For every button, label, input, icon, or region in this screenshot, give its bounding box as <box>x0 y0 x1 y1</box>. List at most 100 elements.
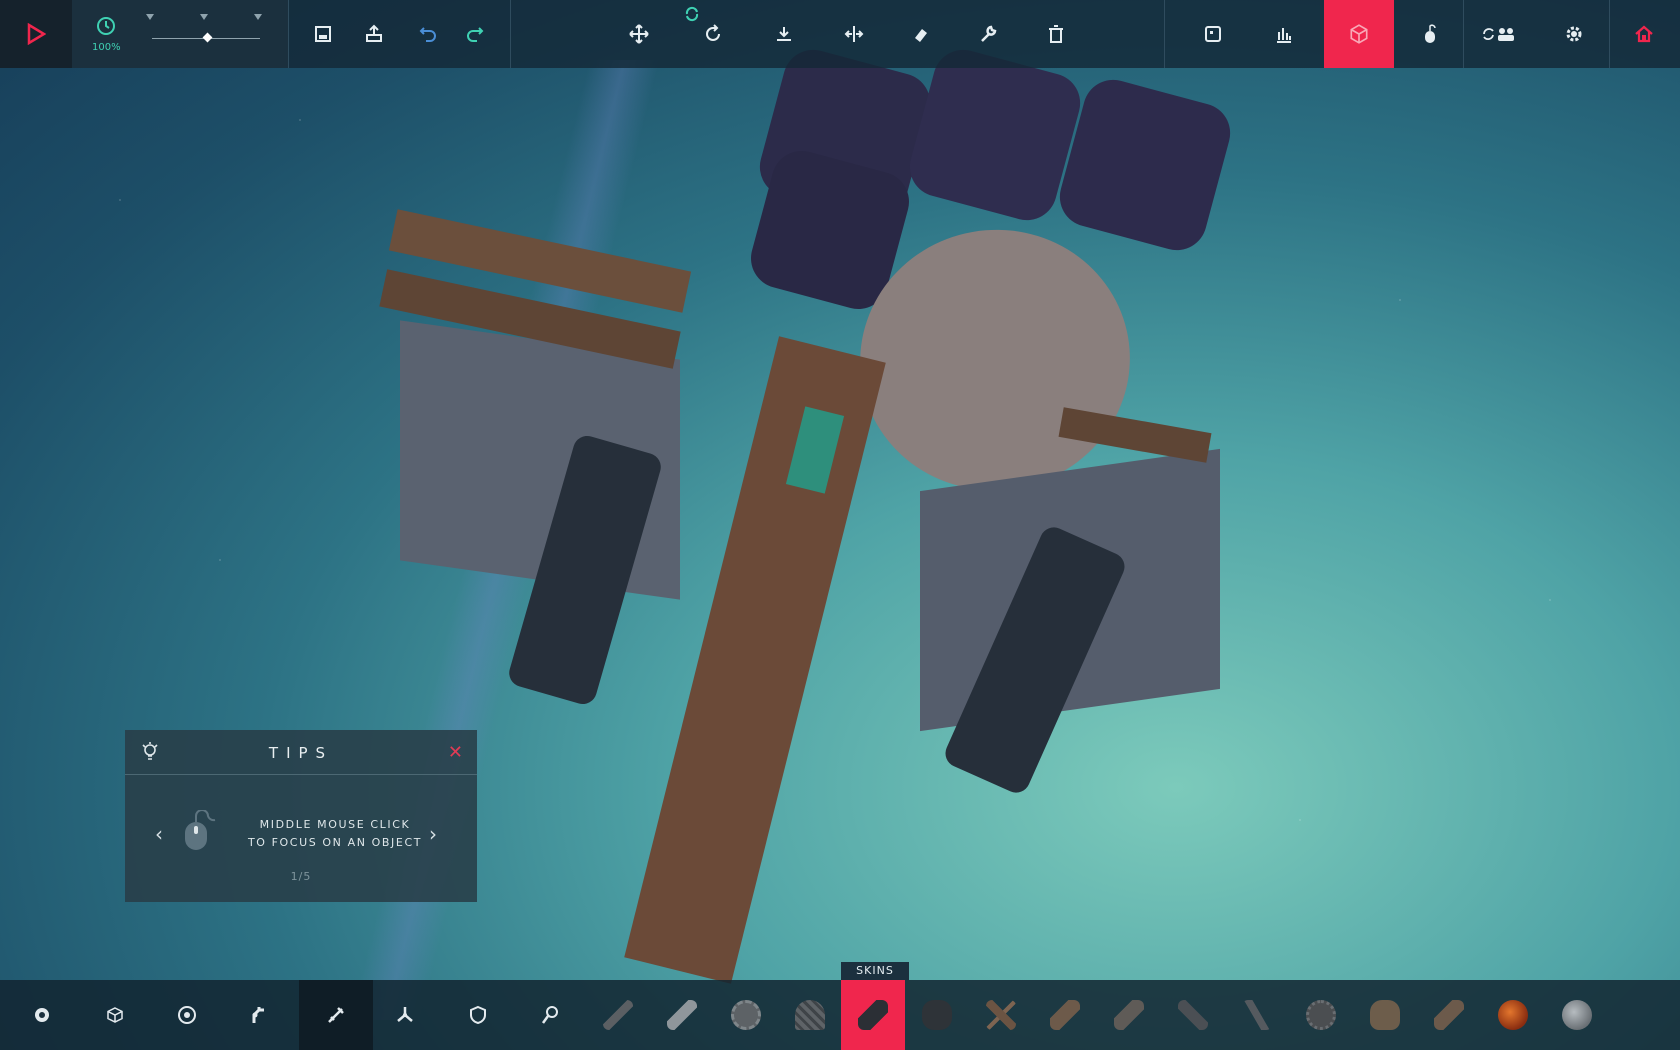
category-weapons[interactable] <box>299 980 373 1050</box>
armour-icon <box>470 1005 486 1025</box>
tips-prev-button[interactable]: ‹ <box>155 822 163 846</box>
grenade-block-icon <box>1370 1000 1400 1030</box>
divider <box>1609 0 1610 68</box>
block-flamethrower[interactable] <box>1033 980 1097 1050</box>
undo-icon <box>419 27 436 42</box>
wrench-icon <box>981 25 997 42</box>
wrench-tool-button[interactable] <box>968 14 1008 54</box>
divider <box>1164 0 1165 68</box>
mirror-icon <box>844 26 864 42</box>
divider <box>288 0 289 68</box>
top-toolbar: 100% <box>0 0 1680 68</box>
delete-button[interactable] <box>1036 14 1076 54</box>
block-info-button[interactable] <box>1193 14 1233 54</box>
multiplayer-icon <box>1483 28 1514 41</box>
category-wheels[interactable] <box>150 980 224 1050</box>
slider-marker-right <box>254 14 262 20</box>
water-cannon-block-icon <box>1178 1000 1208 1030</box>
mouse-icon <box>185 810 216 850</box>
vacuum-block-icon <box>1114 1000 1144 1030</box>
block-bar <box>0 980 1680 1050</box>
balloon-top-right <box>1053 73 1237 257</box>
trash-icon <box>1049 25 1063 43</box>
tips-title: TIPS <box>268 744 334 762</box>
drill-block-icon <box>795 1000 825 1030</box>
home-button[interactable] <box>1624 14 1664 54</box>
mouse-orbit-icon <box>1425 24 1436 43</box>
translate-tool-button[interactable] <box>619 14 659 54</box>
block-blade[interactable] <box>650 980 714 1050</box>
block-torch[interactable] <box>1225 980 1289 1050</box>
eraser-tool-button[interactable] <box>901 14 941 54</box>
eraser-icon <box>915 29 927 42</box>
block-boulder[interactable] <box>1545 980 1609 1050</box>
block-circular-saw[interactable] <box>714 980 778 1050</box>
block-drill[interactable] <box>778 980 842 1050</box>
play-icon <box>27 23 46 45</box>
blade-block-icon <box>667 1000 697 1030</box>
home-icon <box>1635 25 1653 43</box>
tips-panel: TIPS ✕ ‹ MIDDLE MOUSE CLICK TO FOCUS ON … <box>125 730 477 902</box>
mouse-orbit-button[interactable] <box>1410 14 1450 54</box>
category-armour[interactable] <box>441 980 515 1050</box>
tips-message: MIDDLE MOUSE CLICK TO FOCUS ON AN OBJECT <box>225 816 445 852</box>
clock-icon[interactable] <box>96 16 116 36</box>
block-bomb[interactable] <box>1289 980 1353 1050</box>
category-flight[interactable] <box>368 980 442 1050</box>
circular-saw-block-icon <box>731 1000 761 1030</box>
redo-button[interactable] <box>455 14 495 54</box>
block-shrapnel-cannon[interactable] <box>905 980 969 1050</box>
block-spike[interactable] <box>586 980 650 1050</box>
rocket-block-icon <box>1434 1000 1464 1030</box>
time-scale-value: 100% <box>92 42 121 53</box>
snap-to-ground-button[interactable] <box>764 14 804 54</box>
divider <box>1463 0 1464 68</box>
block-cannon[interactable] <box>841 980 905 1050</box>
save-button[interactable] <box>303 14 343 54</box>
load-button[interactable] <box>354 14 394 54</box>
boulder-block-icon <box>1562 1000 1592 1030</box>
fireball-block-icon <box>1498 1000 1528 1030</box>
time-scale-slider[interactable] <box>152 32 260 43</box>
block-grenade[interactable] <box>1353 980 1417 1050</box>
spike-block-icon <box>603 1000 633 1030</box>
settings-button[interactable] <box>1554 14 1594 54</box>
block-rocket[interactable] <box>1417 980 1481 1050</box>
redo-icon <box>467 27 484 42</box>
wireframe-toggle-button[interactable] <box>1324 0 1394 68</box>
divider <box>510 0 511 68</box>
snap-to-ground-icon <box>777 27 791 41</box>
block-vacuum[interactable] <box>1097 980 1161 1050</box>
tips-page-indicator: 1/5 <box>290 870 312 883</box>
skins-button[interactable]: SKINS <box>841 962 909 980</box>
stats-icon <box>1277 28 1291 43</box>
tips-close-button[interactable]: ✕ <box>448 742 463 763</box>
time-scale-knob[interactable] <box>202 32 213 43</box>
cannon-block-icon <box>858 1000 888 1030</box>
category-utility[interactable] <box>513 980 587 1050</box>
block-fireball[interactable] <box>1481 980 1545 1050</box>
rotate-mode-icon[interactable] <box>684 6 700 22</box>
structure-icon <box>107 1007 123 1023</box>
category-mechanical[interactable] <box>222 980 296 1050</box>
category-basic-blocks[interactable] <box>5 980 79 1050</box>
undo-button[interactable] <box>408 14 448 54</box>
tips-next-button[interactable]: › <box>429 822 437 846</box>
torch-block-icon <box>1242 1000 1272 1030</box>
category-structure[interactable] <box>78 980 152 1050</box>
tips-line-2: TO FOCUS ON AN OBJECT <box>247 836 423 849</box>
bomb-block-icon <box>1306 1000 1336 1030</box>
load-icon <box>366 24 382 42</box>
mirror-tool-button[interactable] <box>834 14 874 54</box>
tips-line-1: MIDDLE MOUSE CLICK <box>259 818 411 831</box>
mechanical-icon <box>252 1007 264 1023</box>
time-scale-panel: 100% <box>72 0 288 68</box>
block-crossbow[interactable] <box>969 980 1033 1050</box>
tips-header: TIPS ✕ <box>125 730 477 775</box>
flight-icon <box>397 1007 413 1022</box>
stats-button[interactable] <box>1264 14 1304 54</box>
block-water-cannon[interactable] <box>1161 980 1225 1050</box>
crossbow-block-icon <box>986 1000 1016 1030</box>
play-button[interactable] <box>0 0 72 68</box>
multiplayer-button[interactable] <box>1478 14 1522 54</box>
